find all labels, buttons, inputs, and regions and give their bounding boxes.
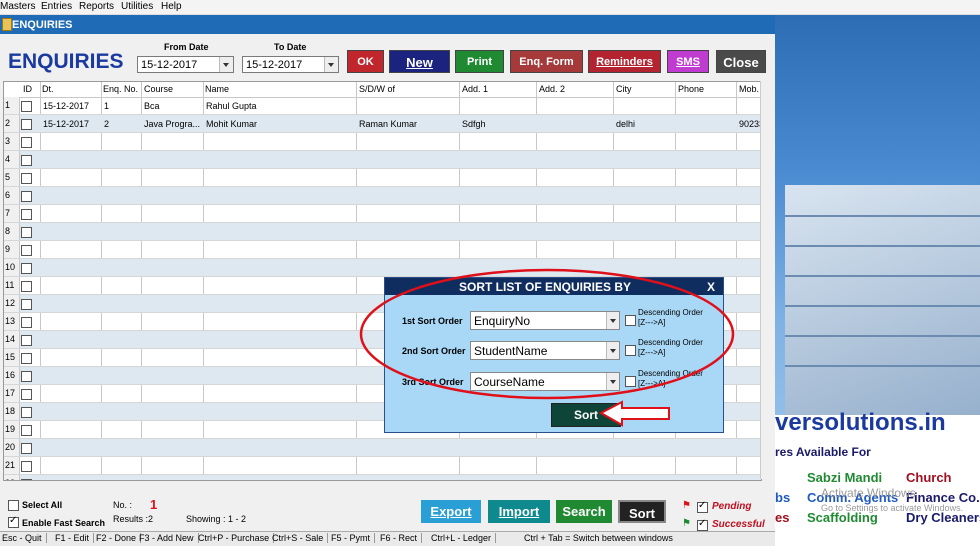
highlight-ellipse [359, 268, 735, 400]
annotation-overlay [359, 268, 735, 427]
arrow-left-icon [598, 400, 670, 427]
